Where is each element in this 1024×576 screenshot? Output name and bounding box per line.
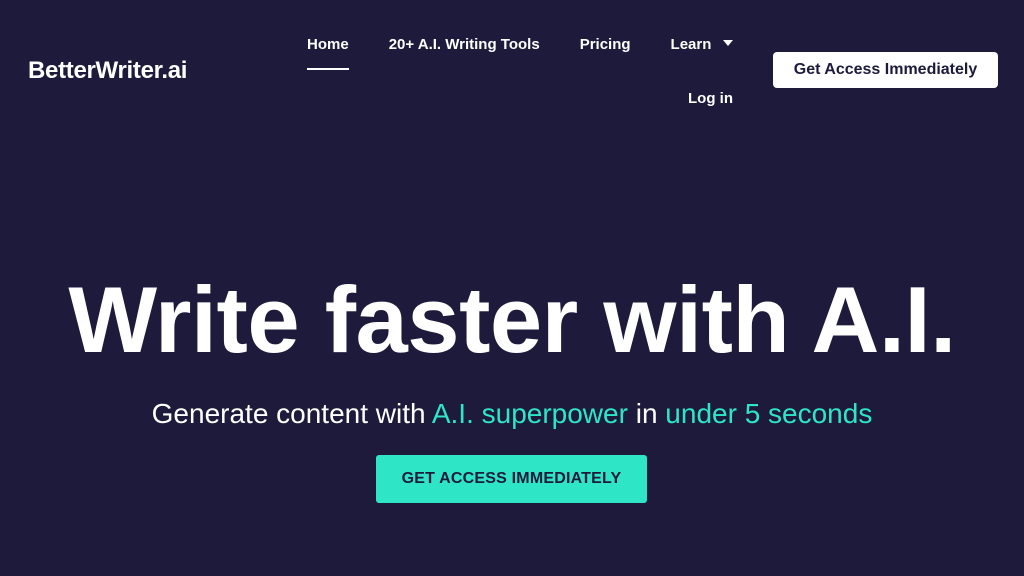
nav-item-pricing[interactable]: Pricing	[580, 35, 631, 55]
hero-subtitle-text: Generate content with	[151, 398, 432, 429]
nav-item-home[interactable]: Home	[307, 35, 349, 70]
nav-item-label: 20+ A.I. Writing Tools	[388, 36, 540, 53]
hero-subtitle: Generate content with A.I. superpower in…	[0, 396, 1024, 432]
brand-logo[interactable]: BetterWriter.ai	[28, 56, 187, 86]
nav-item-label: Learn	[670, 36, 712, 53]
get-access-button-header[interactable]: Get Access Immediately	[773, 52, 998, 88]
landing-page: BetterWriter.ai Home 20+ A.I. Writing To…	[0, 0, 1024, 576]
nav-item-label: Pricing	[579, 36, 631, 53]
nav-item-writing-tools[interactable]: 20+ A.I. Writing Tools	[389, 35, 540, 55]
nav-item-label: Home	[307, 36, 349, 53]
hero-subtitle-accent: A.I. superpower	[431, 398, 628, 429]
hero-subtitle-accent: under 5 seconds	[665, 398, 873, 429]
hero-title: Write faster with A.I.	[68, 267, 956, 372]
nav-item-learn[interactable]: Learn	[671, 35, 734, 55]
main-nav: Home 20+ A.I. Writing Tools Pricing Lear…	[307, 34, 734, 70]
get-access-button-hero[interactable]: GET ACCESS IMMEDIATELY	[376, 455, 647, 503]
login-link[interactable]: Log in	[688, 89, 733, 109]
chevron-down-icon	[723, 40, 734, 46]
hero-subtitle-text: in	[627, 398, 666, 429]
